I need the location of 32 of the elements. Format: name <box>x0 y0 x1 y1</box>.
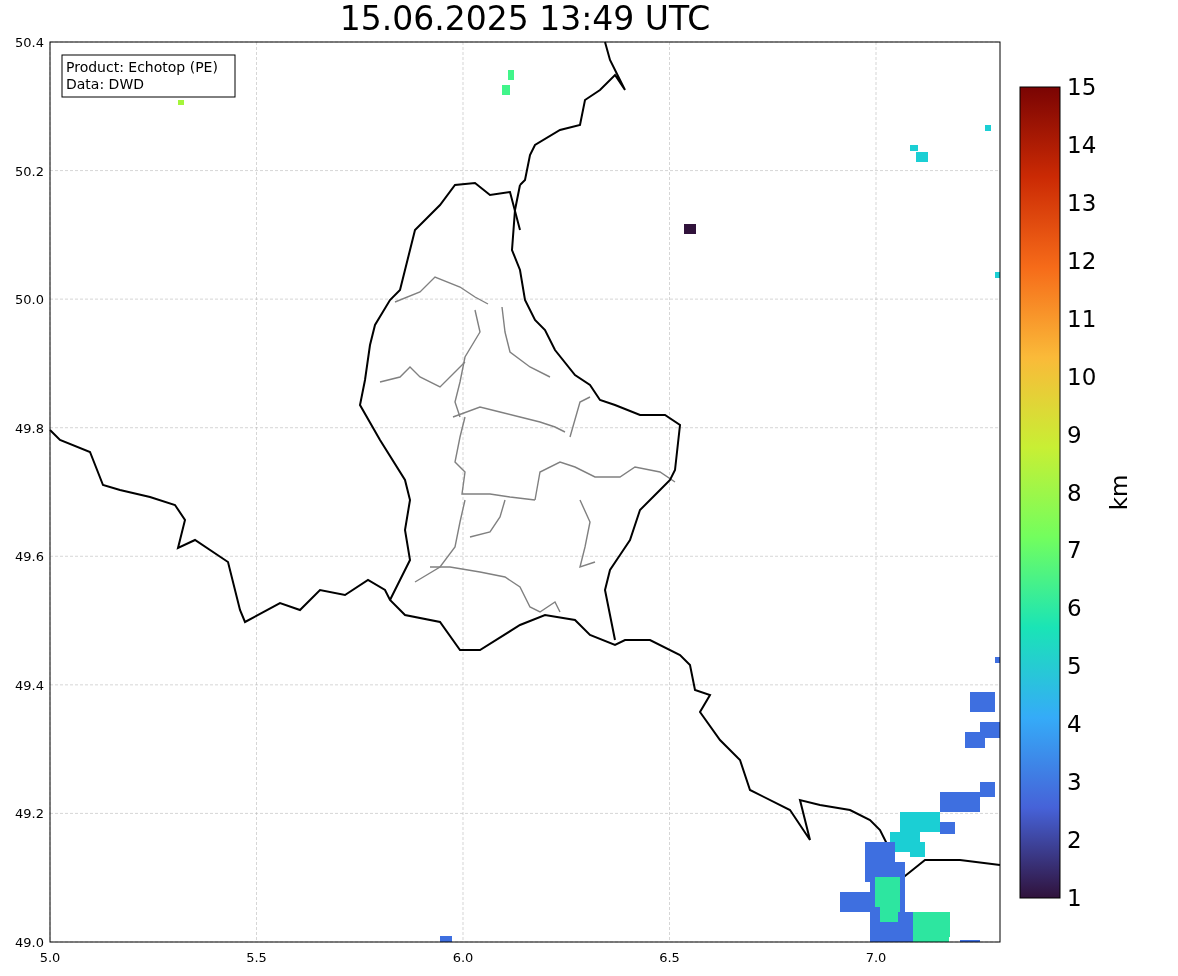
y-tick-label: 49.2 <box>15 806 44 822</box>
colorbar-tick-label: 14 <box>1067 131 1097 158</box>
colorbar-tick-label: 9 <box>1067 421 1082 448</box>
colorbar-tick-label: 15 <box>1067 74 1097 100</box>
x-tick-label: 6.0 <box>452 950 474 965</box>
y-tick-label: 49.8 <box>15 420 44 436</box>
colorbar-tick-label: 10 <box>1067 363 1097 390</box>
x-tick-label: 5.5 <box>246 950 267 965</box>
colorbar-tick-label: 5 <box>1067 653 1082 680</box>
chart-title: 15.06.2025 13:49 UTC <box>339 0 711 38</box>
colorbar-tick-label: 7 <box>1067 537 1082 564</box>
colorbar-tick-label: 3 <box>1067 769 1082 796</box>
y-tick-label: 50.4 <box>15 36 44 50</box>
y-tick-label: 49.4 <box>15 677 44 693</box>
y-tick-label: 50.2 <box>15 163 44 179</box>
x-tick-label: 6.5 <box>659 950 680 965</box>
y-tick-label: 49.6 <box>15 549 44 565</box>
colorbar-tick-label: 6 <box>1067 595 1082 622</box>
colorbar-tick-label: 4 <box>1067 711 1082 738</box>
legend-text: Product: Echotop (PE) <box>66 59 218 75</box>
colorbar-tick-label: 8 <box>1067 479 1082 506</box>
x-tick-label: 5.0 <box>39 950 61 965</box>
colorbar-tick-label: 13 <box>1067 189 1097 216</box>
colorbar-tick-label: 2 <box>1067 827 1082 854</box>
colorbar-label: km <box>1106 474 1132 511</box>
legend-text: Data: DWD <box>66 76 144 92</box>
x-tick-label: 7.0 <box>865 950 887 965</box>
y-tick-label: 49.0 <box>15 935 44 950</box>
colorbar-tick-label: 11 <box>1067 305 1097 332</box>
colorbar-tick-label: 1 <box>1067 885 1082 911</box>
colorbar-tick-label: 12 <box>1067 247 1097 274</box>
y-tick-label: 50.0 <box>15 292 44 308</box>
